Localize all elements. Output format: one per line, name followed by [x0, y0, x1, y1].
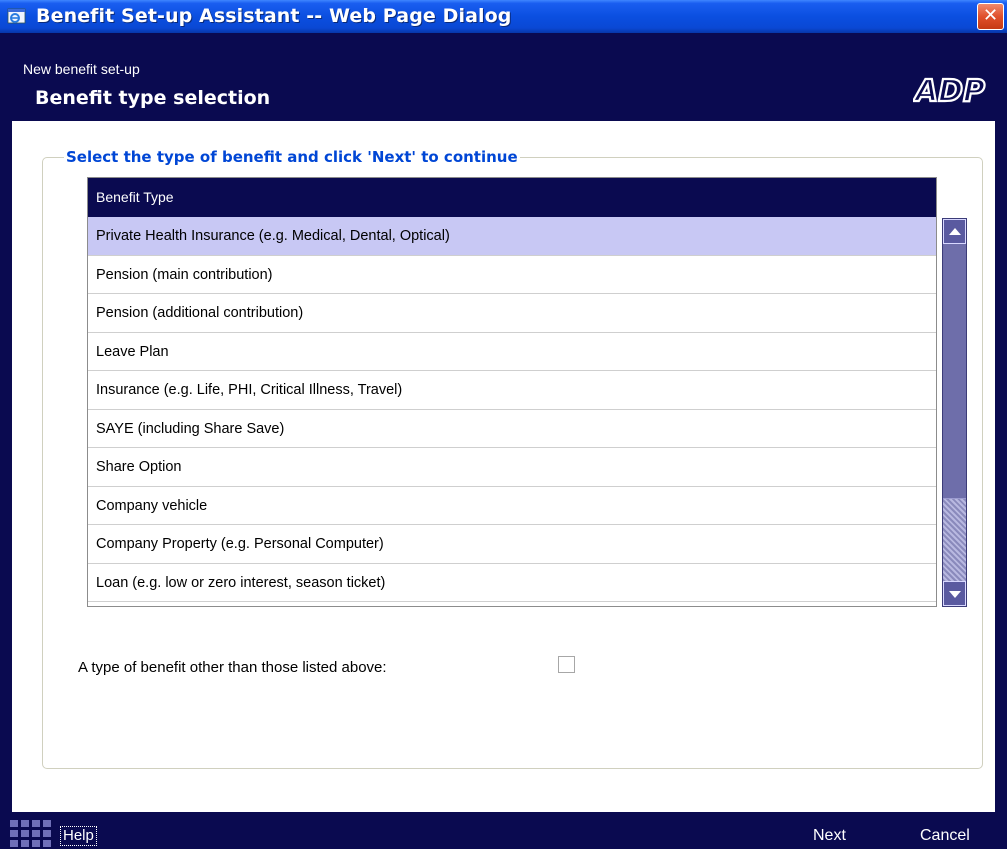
adp-logo-text: ADP: [913, 74, 985, 109]
ie-window-icon: [7, 8, 26, 24]
scroll-thumb[interactable]: [943, 244, 966, 499]
benefit-row[interactable]: Company vehicle: [88, 487, 936, 525]
grid-scrollbar[interactable]: [942, 218, 967, 607]
footer-bar: Help Next Cancel: [0, 812, 1007, 849]
benefit-row[interactable]: Private Health Insurance (e.g. Medical, …: [88, 217, 936, 256]
benefit-row[interactable]: Leave Plan: [88, 333, 936, 371]
benefit-type-grid: Benefit Type Private Health Insurance (e…: [87, 177, 937, 607]
benefit-row[interactable]: Insurance (e.g. Life, PHI, Critical Illn…: [88, 371, 936, 410]
scroll-up-icon: [949, 228, 961, 235]
scroll-down-button[interactable]: [943, 581, 966, 606]
scroll-track[interactable]: [943, 499, 966, 581]
scroll-down-icon: [949, 591, 961, 598]
window-title: Benefit Set-up Assistant -- Web Page Dia…: [36, 5, 512, 27]
other-benefit-label: A type of benefit other than those liste…: [78, 659, 387, 676]
column-header-benefit-type[interactable]: Benefit Type: [88, 178, 936, 217]
cancel-button[interactable]: Cancel: [920, 827, 970, 845]
window-titlebar: Benefit Set-up Assistant -- Web Page Dia…: [0, 0, 1007, 33]
next-button[interactable]: Next: [813, 827, 846, 845]
benefit-row[interactable]: Company Property (e.g. Personal Computer…: [88, 525, 936, 564]
page-title: Benefit type selection: [35, 87, 271, 109]
help-link[interactable]: Help: [60, 826, 97, 846]
benefit-row[interactable]: SAYE (including Share Save): [88, 410, 936, 448]
other-benefit-checkbox[interactable]: [558, 656, 575, 673]
benefit-row[interactable]: Share Option: [88, 448, 936, 487]
benefit-row[interactable]: Pension (additional contribution): [88, 294, 936, 333]
scroll-up-button[interactable]: [943, 219, 966, 244]
groupbox-legend: Select the type of benefit and click 'Ne…: [64, 148, 520, 166]
header-subtitle: New benefit set-up: [23, 61, 140, 77]
grip-icon: [10, 820, 51, 847]
benefit-row[interactable]: Loan (e.g. low or zero interest, season …: [88, 564, 936, 602]
close-button[interactable]: ✕: [977, 3, 1004, 30]
benefit-rows: Private Health Insurance (e.g. Medical, …: [88, 217, 936, 602]
benefit-row[interactable]: Pension (main contribution): [88, 256, 936, 294]
adp-logo: ADP: [913, 73, 986, 110]
content-panel: Select the type of benefit and click 'Ne…: [12, 121, 995, 812]
close-icon: ✕: [982, 5, 999, 26]
